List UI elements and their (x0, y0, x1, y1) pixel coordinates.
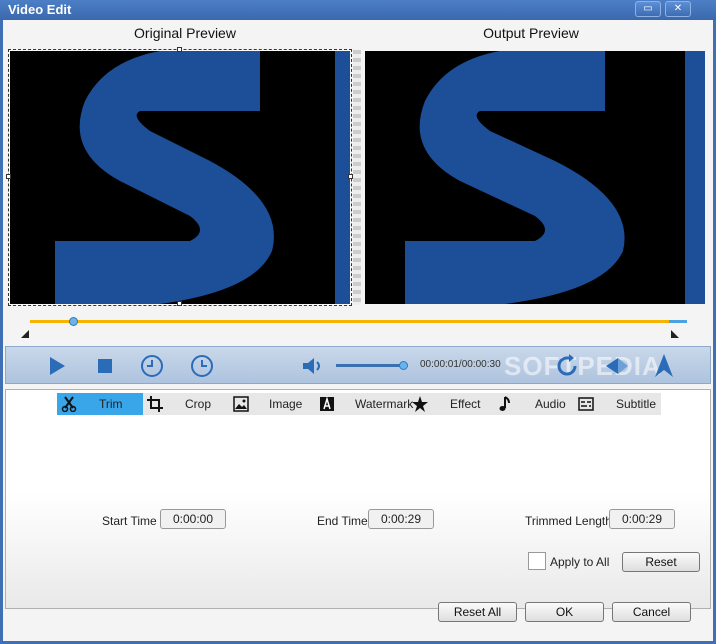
tab-trim[interactable]: Trim (57, 393, 143, 415)
title-bar: Video Edit ▭ ✕ (0, 0, 716, 20)
output-preview-label: Output Preview (483, 25, 579, 41)
softpedia-watermark: SOFTPEDIA (504, 351, 662, 381)
tab-effect-label: Effect (450, 397, 481, 411)
tab-subtitle-label: Subtitle (616, 397, 657, 411)
clock-icon[interactable] (139, 354, 165, 378)
reset-all-button[interactable]: Reset All (438, 602, 517, 622)
play-icon[interactable] (44, 354, 70, 378)
close-button[interactable]: ✕ (665, 1, 691, 17)
apply-to-all-label: Apply to All (550, 555, 610, 569)
tab-watermark[interactable]: Watermark (319, 393, 413, 415)
video-edit-window: Video Edit ▭ ✕ Original Preview Output P… (0, 0, 716, 644)
cancel-button[interactable]: Cancel (612, 602, 691, 622)
maximize-button[interactable]: ▭ (635, 1, 661, 17)
stop-icon[interactable] (92, 354, 118, 378)
time-readout: 00:00:01/00:00:30 (420, 359, 501, 370)
crop-selection-box[interactable] (8, 49, 352, 306)
start-time-field[interactable]: 0:00:00 (160, 509, 226, 529)
crop-icon (147, 396, 163, 412)
apply-to-all-checkbox[interactable] (528, 552, 546, 570)
crop-handle-left[interactable] (6, 174, 11, 179)
edit-tabs: Trim Crop Image Watermark Effect Audio S… (57, 393, 661, 415)
window-title: Video Edit (8, 2, 72, 17)
window-content: Original Preview Output Preview 00:00:01… (3, 20, 713, 641)
watermark-icon (319, 396, 335, 412)
trimmed-length-label: Trimmed Length (525, 514, 612, 528)
rotate-icon[interactable] (554, 354, 580, 378)
edit-panel: Trim Crop Image Watermark Effect Audio S… (5, 389, 711, 609)
crop-handle-bottom[interactable] (177, 301, 182, 306)
timeline-track[interactable] (30, 320, 686, 323)
trim-end-marker[interactable] (671, 330, 679, 338)
reset-button[interactable]: Reset (622, 552, 700, 572)
tab-image-label: Image (269, 397, 303, 411)
playback-controls: 00:00:01/00:00:30 SOFTPEDIA (5, 346, 711, 384)
trim-panel-body: Start Time 0:00:00 End Time 0:00:29 Trim… (6, 415, 710, 608)
trim-start-marker[interactable] (21, 330, 29, 338)
start-time-label: Start Time (102, 514, 157, 528)
tab-crop-label: Crop (185, 397, 212, 411)
subtitle-icon (578, 396, 594, 412)
scissors-icon (61, 396, 77, 412)
timeline-end-segment (669, 320, 687, 323)
preview-divider (353, 50, 361, 305)
tab-subtitle[interactable]: Subtitle (578, 393, 656, 415)
flip-vertical-icon[interactable] (651, 354, 677, 378)
logo-s-output (405, 51, 705, 304)
tab-trim-label: Trim (99, 397, 123, 411)
tab-watermark-label: Watermark (355, 397, 414, 411)
tab-effect[interactable]: Effect (412, 393, 480, 415)
original-preview-label: Original Preview (134, 25, 236, 41)
clock-icon[interactable] (189, 354, 215, 378)
ok-button[interactable]: OK (525, 602, 604, 622)
tab-audio[interactable]: Audio (497, 393, 566, 415)
output-preview-video (365, 51, 705, 304)
flip-horizontal-icon[interactable] (604, 354, 630, 378)
crop-handle-top[interactable] (177, 47, 182, 52)
image-icon (233, 396, 249, 412)
music-note-icon (497, 396, 513, 412)
volume-icon[interactable] (300, 354, 326, 378)
volume-slider-thumb[interactable] (399, 361, 408, 370)
end-time-field[interactable]: 0:00:29 (368, 509, 434, 529)
tab-crop[interactable]: Crop (147, 393, 211, 415)
timeline-playhead[interactable] (69, 317, 78, 326)
star-icon (412, 396, 428, 412)
end-time-label: End Time (317, 514, 368, 528)
tab-image[interactable]: Image (233, 393, 302, 415)
tab-audio-label: Audio (535, 397, 566, 411)
trimmed-length-field: 0:00:29 (609, 509, 675, 529)
volume-slider-track[interactable] (336, 364, 406, 367)
